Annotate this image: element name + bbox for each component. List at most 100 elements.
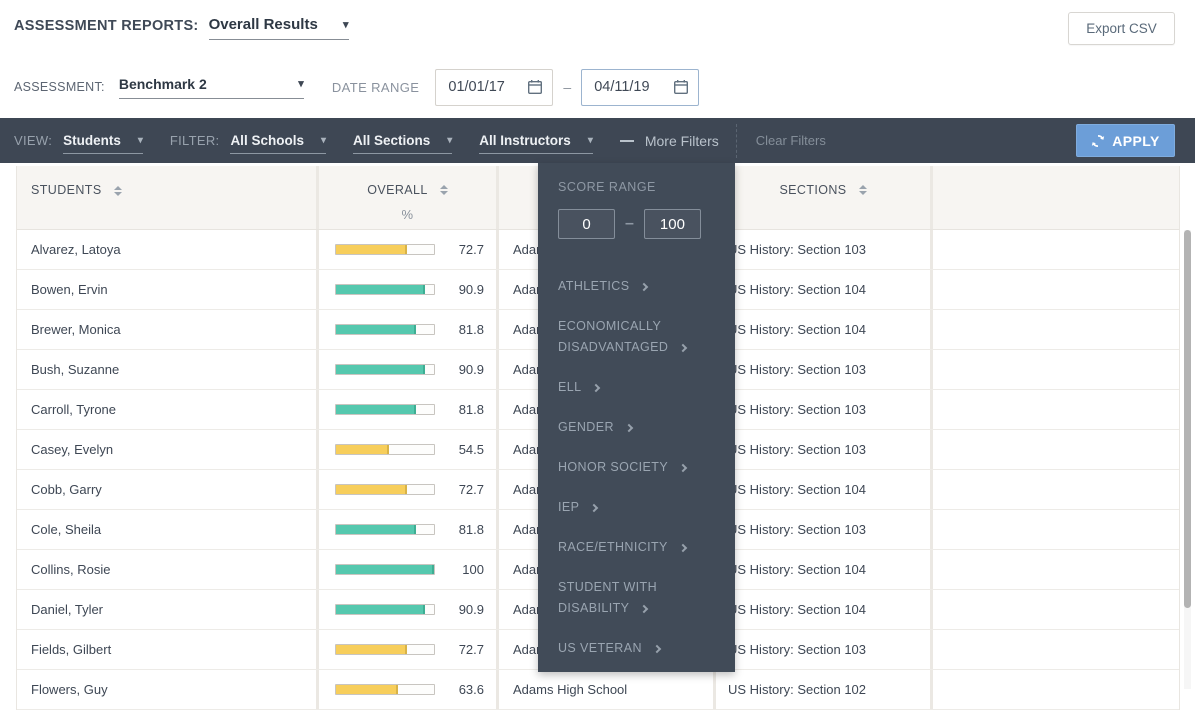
filter-item-ell[interactable]: ELL — [558, 377, 718, 398]
filter-item-label: ELL — [558, 380, 581, 394]
table-row: Flowers, Guy 63.6 Adams High SchoolUS Hist… — [17, 670, 1179, 710]
student-name: Bowen, Ervin — [17, 270, 319, 309]
calendar-icon[interactable] — [673, 79, 689, 95]
score-bar — [335, 564, 435, 575]
vertical-scrollbar-thumb[interactable] — [1184, 230, 1191, 608]
score-bar — [335, 284, 435, 295]
score-max-input[interactable] — [644, 209, 701, 239]
score-bar — [335, 404, 435, 415]
section-cell: US History: Section 103 — [716, 630, 933, 669]
section-cell: US History: Section 104 — [716, 270, 933, 309]
empty-cell — [933, 350, 1181, 389]
empty-cell — [933, 550, 1181, 589]
refresh-icon — [1091, 134, 1105, 148]
score-bar-fill — [336, 605, 425, 614]
chevron-right-icon — [653, 644, 661, 652]
clear-filters-button[interactable]: Clear Filters — [756, 133, 826, 148]
date-range-separator: – — [563, 79, 571, 95]
score-range-label: SCORE RANGE — [558, 180, 719, 194]
overall-score-cell: 81.8 — [319, 310, 499, 349]
students-column-header[interactable]: STUDENTS — [17, 166, 319, 229]
filter-item-student-with-disability[interactable]: STUDENT WITH DISABILITY — [558, 577, 718, 619]
student-name: Cobb, Garry — [17, 470, 319, 509]
vertical-scrollbar-track[interactable] — [1184, 230, 1191, 689]
section-cell: US History: Section 104 — [716, 470, 933, 509]
section-cell: US History: Section 103 — [716, 390, 933, 429]
empty-cell — [933, 510, 1181, 549]
empty-cell — [933, 590, 1181, 629]
overall-score-cell: 90.9 — [319, 350, 499, 389]
filter-item-us-veteran[interactable]: US VETERAN — [558, 638, 718, 659]
empty-cell — [933, 390, 1181, 429]
instructors-filter-dropdown[interactable]: All Instructors ▾ — [479, 133, 593, 154]
view-dropdown[interactable]: Students ▾ — [63, 133, 143, 154]
score-bar-fill — [336, 485, 407, 494]
empty-cell — [933, 670, 1181, 709]
more-filters-toggle[interactable]: More Filters — [620, 133, 719, 149]
student-name: Flowers, Guy — [17, 670, 319, 709]
filter-item-athletics[interactable]: ATHLETICS — [558, 276, 718, 297]
apply-label: APPLY — [1112, 133, 1159, 149]
chevron-right-icon — [640, 282, 648, 290]
score-bar — [335, 244, 435, 255]
filter-item-gender[interactable]: GENDER — [558, 417, 718, 438]
overall-unit-label: % — [402, 207, 414, 222]
overall-score-value: 63.6 — [435, 682, 484, 697]
section-cell: US History: Section 103 — [716, 350, 933, 389]
filter-item-label: ATHLETICS — [558, 279, 629, 293]
empty-cell — [933, 430, 1181, 469]
date-to-field — [581, 69, 699, 106]
sort-icon — [114, 186, 122, 196]
overall-score-value: 100 — [435, 562, 484, 577]
view-value: Students — [63, 133, 121, 148]
overall-score-cell: 81.8 — [319, 510, 499, 549]
report-selector-group: ASSESSMENT REPORTS: Overall Results ▾ — [14, 16, 349, 40]
filter-item-label: ECONOMICALLY DISADVANTAGED — [558, 319, 668, 354]
score-bar-fill — [336, 405, 416, 414]
export-csv-button[interactable]: Export CSV — [1068, 12, 1175, 45]
student-name: Bush, Suzanne — [17, 350, 319, 389]
report-type-dropdown[interactable]: Overall Results ▾ — [209, 16, 349, 40]
assessment-label: ASSESSMENT: — [14, 80, 105, 94]
sections-filter-dropdown[interactable]: All Sections ▾ — [353, 133, 452, 154]
section-cell: US History: Section 102 — [716, 670, 933, 709]
chevron-down-icon: ▾ — [298, 77, 304, 90]
chevron-down-icon: ▾ — [138, 135, 143, 146]
sections-column-header[interactable]: SECTIONS — [716, 166, 933, 229]
assessment-dropdown[interactable]: Benchmark 2 ▾ — [119, 76, 304, 99]
apply-button[interactable]: APPLY — [1076, 124, 1175, 157]
filter-item-iep[interactable]: IEP — [558, 497, 718, 518]
filter-item-economically-disadvantaged[interactable]: ECONOMICALLY DISADVANTAGED — [558, 316, 718, 358]
schools-filter-dropdown[interactable]: All Schools ▾ — [230, 133, 326, 154]
overall-score-value: 81.8 — [435, 322, 484, 337]
score-bar-fill — [336, 445, 389, 454]
score-bar — [335, 524, 435, 535]
overall-score-cell: 81.8 — [319, 390, 499, 429]
section-cell: US History: Section 103 — [716, 430, 933, 469]
school-cell: Adams High School — [499, 670, 716, 709]
overall-column-header[interactable]: OVERALL % — [319, 166, 499, 229]
score-bar — [335, 444, 435, 455]
score-bar — [335, 484, 435, 495]
section-cell: US History: Section 104 — [716, 550, 933, 589]
score-bar-fill — [336, 245, 407, 254]
student-name: Carroll, Tyrone — [17, 390, 319, 429]
sections-filter-value: All Sections — [353, 133, 430, 148]
overall-score-value: 81.8 — [435, 522, 484, 537]
chevron-right-icon — [590, 503, 598, 511]
instructors-filter-value: All Instructors — [479, 133, 571, 148]
view-label: VIEW: — [14, 133, 52, 148]
filter-item-honor-society[interactable]: HONOR SOCIETY — [558, 457, 718, 478]
filter-item-label: IEP — [558, 500, 579, 514]
overall-score-value: 81.8 — [435, 402, 484, 417]
filter-item-label: US VETERAN — [558, 641, 642, 655]
chevron-right-icon — [679, 343, 687, 351]
date-from-input[interactable] — [448, 79, 520, 95]
filter-item-race-ethnicity[interactable]: RACE/ETHNICITY — [558, 537, 718, 558]
date-to-input[interactable] — [594, 79, 666, 95]
calendar-icon[interactable] — [527, 79, 543, 95]
empty-cell — [933, 310, 1181, 349]
score-bar — [335, 684, 435, 695]
student-name: Daniel, Tyler — [17, 590, 319, 629]
score-min-input[interactable] — [558, 209, 615, 239]
